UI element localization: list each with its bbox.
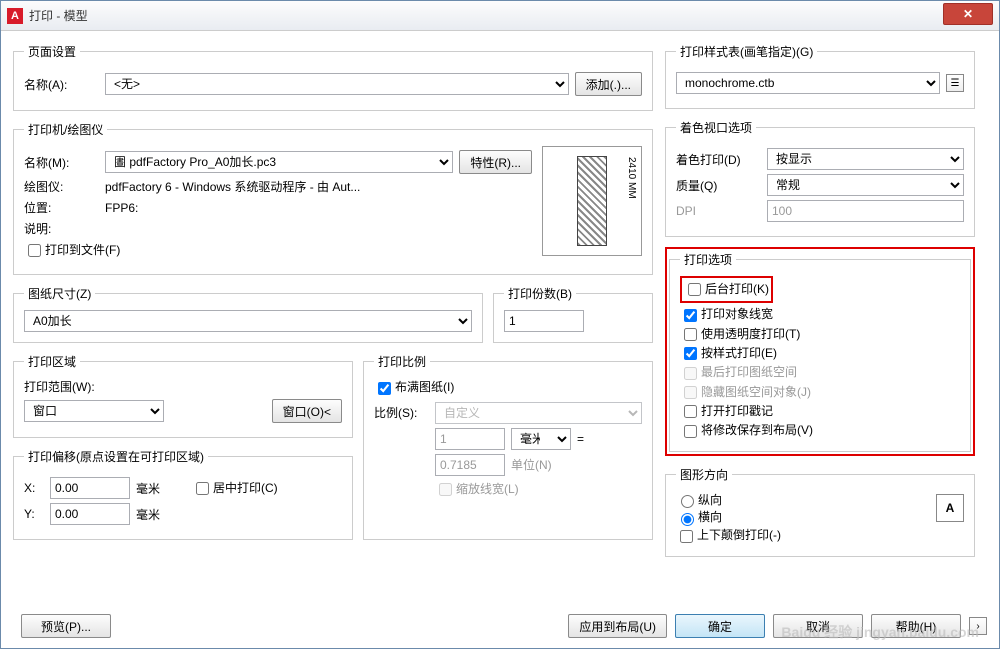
options-group: 打印选项 后台打印(K) 打印对象线宽 使用透明度打印(T) 按样式打印(E) … (669, 251, 971, 452)
description-label: 说明: (24, 220, 99, 237)
style-table-edit-icon[interactable]: ☰ (946, 74, 964, 92)
position-label: 位置: (24, 199, 99, 216)
orientation-legend: 图形方向 (676, 466, 732, 483)
paper-preview-sheet-icon (577, 156, 607, 246)
print-dialog: A 打印 - 模型 ✕ 页面设置 名称(A): <无> 添加(.)... 打印机… (0, 0, 1000, 649)
printer-name-select[interactable]: 圕 pdfFactory Pro_A0加长.pc3 (105, 151, 453, 173)
plotter-value: pdfFactory 6 - Windows 系统驱动程序 - 由 Aut... (105, 178, 360, 195)
shade-plot-select[interactable]: 按显示 (767, 148, 964, 170)
orient-upside-down-checkbox[interactable]: 上下颠倒打印(-) (676, 528, 781, 542)
plot-area-group: 打印区域 打印范围(W): 窗口 窗口(O)< (13, 353, 353, 438)
plot-what-label: 打印范围(W): (24, 378, 342, 395)
quality-select[interactable]: 常规 (767, 174, 964, 196)
paper-preview-dim: 2410 MM (626, 157, 637, 199)
print-to-file-checkbox[interactable]: 打印到文件(F) (24, 241, 120, 260)
shade-group: 着色视口选项 着色打印(D) 按显示 质量(Q) 常规 DPI (665, 119, 975, 237)
window-title: 打印 - 模型 (29, 7, 943, 24)
paper-size-group: 图纸尺寸(Z) A0加长 (13, 285, 483, 343)
orient-landscape-radio[interactable]: 横向 (676, 510, 722, 524)
printer-group: 打印机/绘图仪 名称(M): 圕 pdfFactory Pro_A0加长.pc3… (13, 121, 653, 275)
plot-window-button[interactable]: 窗口(O)< (272, 399, 342, 423)
page-setup-legend: 页面设置 (24, 43, 80, 60)
center-plot-checkbox[interactable]: 居中打印(C) (192, 479, 278, 498)
style-table-group: 打印样式表(画笔指定)(G) monochrome.ctb ☰ (665, 43, 975, 109)
paper-size-select[interactable]: A0加长 (24, 310, 472, 332)
printer-legend: 打印机/绘图仪 (24, 121, 107, 138)
preview-button[interactable]: 预览(P)... (21, 614, 111, 638)
paper-size-legend: 图纸尺寸(Z) (24, 285, 95, 302)
paper-preview: 2410 MM (542, 146, 642, 256)
scale-ratio-select: 自定义 (435, 402, 642, 424)
printer-props-button[interactable]: 特性(R)... (459, 150, 532, 174)
orientation-icon: A (936, 494, 964, 522)
scale-unit-label: 单位(N) (511, 456, 552, 473)
scale-legend: 打印比例 (374, 353, 430, 370)
dpi-input (767, 200, 964, 222)
offset-y-unit: 毫米 (136, 506, 160, 523)
apply-button[interactable]: 应用到布局(U) (568, 614, 667, 638)
plot-what-select[interactable]: 窗口 (24, 400, 164, 422)
page-setup-name-select[interactable]: <无> (105, 73, 569, 95)
scale-group: 打印比例 布满图纸(I) 比例(S): 自定义 毫米 = (363, 353, 653, 540)
fit-paper-checkbox[interactable]: 布满图纸(I) (374, 380, 454, 394)
offset-x-unit: 毫米 (136, 480, 160, 497)
copies-group: 打印份数(B) (493, 285, 653, 343)
printer-name-label: 名称(M): (24, 154, 99, 171)
scale-ratio-label: 比例(S): (374, 404, 429, 421)
opt-stamp-checkbox[interactable]: 打开打印戳记 (680, 404, 773, 418)
app-logo-icon: A (7, 8, 23, 24)
scale-unit-select[interactable]: 毫米 (511, 428, 571, 450)
position-value: FPP6: (105, 201, 138, 215)
ok-button[interactable]: 确定 (675, 614, 765, 638)
options-highlight: 打印选项 后台打印(K) 打印对象线宽 使用透明度打印(T) 按样式打印(E) … (665, 247, 975, 456)
offset-group: 打印偏移(原点设置在可打印区域) X: 毫米 居中打印(C) Y: 毫米 (13, 448, 353, 540)
titlebar: A 打印 - 模型 ✕ (1, 1, 999, 31)
scale-eq: = (577, 432, 584, 446)
style-table-legend: 打印样式表(画笔指定)(G) (676, 43, 817, 60)
offset-x-label: X: (24, 481, 44, 495)
quality-label: 质量(Q) (676, 177, 761, 194)
orientation-group: 图形方向 纵向 横向 A 上下颠倒打印(-) (665, 466, 975, 557)
opt-hide-paperspace-checkbox: 隐藏图纸空间对象(J) (680, 385, 811, 399)
shade-legend: 着色视口选项 (676, 119, 756, 136)
opt-paperspace-last-checkbox: 最后打印图纸空间 (680, 365, 797, 379)
opt-lineweights-checkbox[interactable]: 打印对象线宽 (680, 307, 773, 321)
close-button[interactable]: ✕ (943, 3, 993, 25)
opt-save-layout-checkbox[interactable]: 将修改保存到布局(V) (680, 423, 813, 437)
style-table-select[interactable]: monochrome.ctb (676, 72, 940, 94)
page-setup-group: 页面设置 名称(A): <无> 添加(.)... (13, 43, 653, 111)
scale-num-input (435, 428, 505, 450)
copies-legend: 打印份数(B) (504, 285, 576, 302)
orient-portrait-radio[interactable]: 纵向 (676, 493, 722, 507)
dpi-label: DPI (676, 204, 761, 218)
offset-y-input[interactable] (50, 503, 130, 525)
scale-den-input (435, 454, 505, 476)
copies-input[interactable] (504, 310, 584, 332)
offset-x-input[interactable] (50, 477, 130, 499)
options-legend: 打印选项 (680, 251, 736, 268)
opt-background-checkbox[interactable]: 后台打印(K) (684, 282, 769, 296)
offset-y-label: Y: (24, 507, 44, 521)
offset-legend: 打印偏移(原点设置在可打印区域) (24, 448, 208, 465)
page-setup-add-button[interactable]: 添加(.)... (575, 72, 642, 96)
opt-transparency-checkbox[interactable]: 使用透明度打印(T) (680, 327, 800, 341)
scale-lineweights-checkbox: 缩放线宽(L) (435, 480, 519, 499)
watermark: Baidu 经验 jingyan.baidu.com (781, 622, 979, 642)
opt-styles-checkbox[interactable]: 按样式打印(E) (680, 346, 777, 360)
shade-plot-label: 着色打印(D) (676, 151, 761, 168)
page-setup-name-label: 名称(A): (24, 76, 99, 93)
plot-area-legend: 打印区域 (24, 353, 80, 370)
plotter-label: 绘图仪: (24, 178, 99, 195)
